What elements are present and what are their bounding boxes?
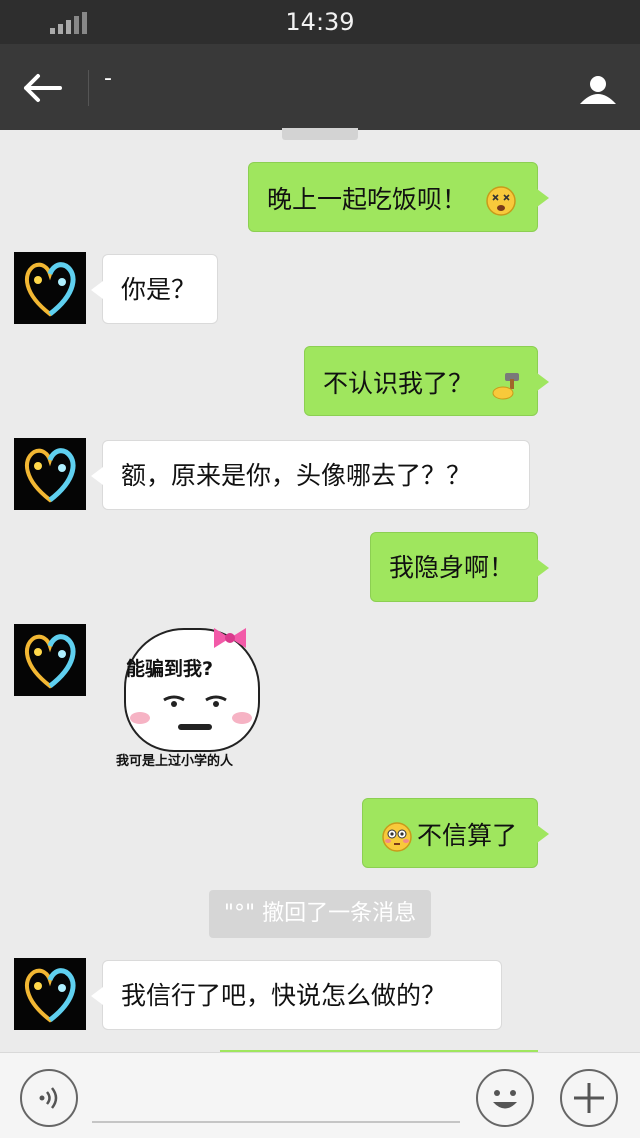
outgoing-message[interactable]: 不信算了 xyxy=(362,798,549,868)
message-input[interactable] xyxy=(92,1073,460,1123)
avatar[interactable] xyxy=(14,252,86,324)
status-time: 14:39 xyxy=(285,8,355,36)
smiley-icon[interactable] xyxy=(476,1069,534,1127)
message-text: 不认识我了？ xyxy=(323,369,474,398)
message-text: 不信算了 xyxy=(417,821,518,850)
incoming-message[interactable]: 我信行了吧，快说怎么做的？ xyxy=(91,960,502,1030)
sticker-eyes xyxy=(163,695,227,707)
sticker-message[interactable]: 能骗到我? 我可是上过小学的人 xyxy=(108,620,276,780)
sticker-mouth xyxy=(178,724,212,730)
sticker-caption: 能骗到我? xyxy=(126,658,214,680)
avatar[interactable] xyxy=(14,958,86,1030)
flushed-face-emoji xyxy=(382,822,412,852)
hammer-emoji xyxy=(492,373,519,400)
outgoing-message[interactable]: 不认识我了？ xyxy=(304,346,549,416)
sticker-blush xyxy=(232,712,252,724)
sticker-subcaption: 我可是上过小学的人 xyxy=(116,754,234,769)
incoming-message[interactable]: 额，原来是你，头像哪去了？？ xyxy=(91,440,530,510)
profile-icon[interactable] xyxy=(578,74,618,106)
timestamp-chip xyxy=(282,128,358,140)
voice-icon[interactable] xyxy=(20,1069,78,1127)
message-text: 晚上一起吃饭呗！ xyxy=(267,185,468,214)
nav-divider xyxy=(88,70,89,106)
outgoing-message[interactable]: 我隐身啊！ xyxy=(370,532,549,602)
back-arrow-icon[interactable] xyxy=(22,68,66,108)
input-bar xyxy=(0,1052,640,1138)
dizzy-face-emoji xyxy=(486,186,516,216)
message-text: 额，原来是你，头像哪去了？？ xyxy=(121,461,472,490)
plus-icon[interactable] xyxy=(560,1069,618,1127)
avatar[interactable] xyxy=(14,624,86,696)
recall-notice: "°" 撤回了一条消息 xyxy=(209,890,431,938)
status-bar: 14:39 xyxy=(0,0,640,44)
chat-title: - xyxy=(104,66,112,91)
nav-bar: - xyxy=(0,44,640,130)
message-text: 我信行了吧，快说怎么做的？ xyxy=(121,981,447,1010)
outgoing-message[interactable]: 晚上一起吃饭呗！ xyxy=(248,162,549,232)
message-text: 我隐身啊！ xyxy=(389,553,515,582)
avatar[interactable] xyxy=(14,438,86,510)
incoming-message[interactable]: 你是？ xyxy=(91,254,218,324)
pink-bow-icon xyxy=(214,628,246,648)
message-text: 你是？ xyxy=(121,275,197,304)
sticker-blush xyxy=(130,712,150,724)
